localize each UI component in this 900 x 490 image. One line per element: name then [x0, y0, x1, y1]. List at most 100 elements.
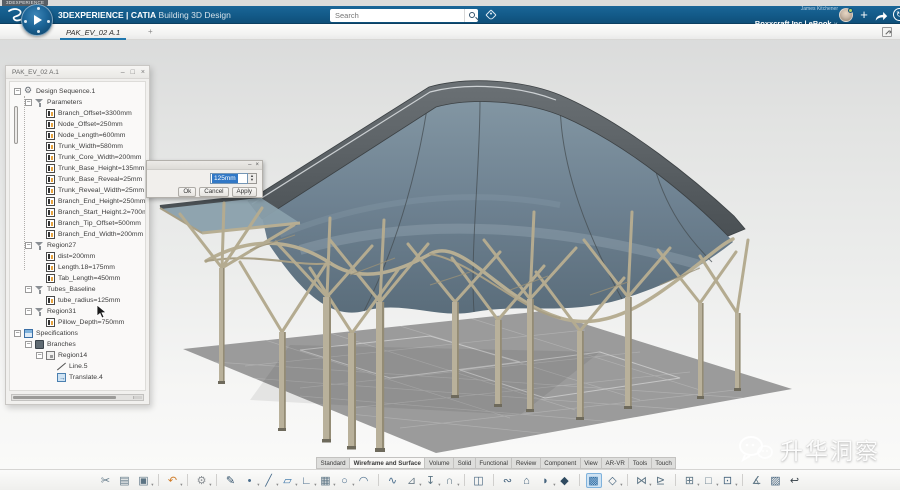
tree-node-parameters[interactable]: − Parameters: [10, 97, 145, 108]
dropdown-caret-icon[interactable]: ▾: [438, 482, 440, 487]
dialog-button-cancel[interactable]: Cancel: [199, 187, 228, 197]
search-input[interactable]: [330, 10, 464, 21]
copy-icon[interactable]: ▤: [117, 473, 133, 488]
join-icon[interactable]: ⊞ ▾: [682, 473, 698, 488]
sweep-icon[interactable]: ∾: [500, 473, 516, 488]
dropdown-caret-icon[interactable]: ▾: [151, 482, 153, 487]
dropdown-caret-icon[interactable]: ▾: [457, 482, 459, 487]
tree-node-trunk-reveal-width-25mm[interactable]: Trunk_Reveal_Width=25mm: [10, 185, 145, 196]
corner-icon[interactable]: ⊿ ▾: [404, 473, 420, 488]
dialog-minimize-button[interactable]: –: [248, 161, 251, 170]
tree-node-branch-offset-3300mm[interactable]: Branch_Offset=3300mm: [10, 108, 145, 119]
tree-horizontal-scrollbar[interactable]: [11, 394, 144, 401]
extract-icon[interactable]: ⊡ ▾: [720, 473, 736, 488]
dropdown-caret-icon[interactable]: ▾: [314, 482, 316, 487]
projection-icon[interactable]: ↧ ▾: [423, 473, 439, 488]
expand-toggle[interactable]: −: [25, 286, 32, 293]
split-icon[interactable]: ⋈ ▾: [634, 473, 650, 488]
tree-node-length-18-175mm[interactable]: Length.18=175mm: [10, 262, 145, 273]
workbench-tab-touch[interactable]: Touch: [651, 457, 677, 469]
workbench-tab-functional[interactable]: Functional: [475, 457, 512, 469]
dialog-titlebar[interactable]: – ×: [147, 161, 262, 170]
scrollbar-grip[interactable]: [133, 396, 142, 399]
tree-node-node-length-600mm[interactable]: Node_Length=600mm: [10, 130, 145, 141]
3dexperience-compass-icon[interactable]: [21, 4, 53, 36]
update-icon[interactable]: ⚙ ▾: [194, 473, 210, 488]
paste-icon[interactable]: ▣ ▾: [136, 473, 152, 488]
maximize-button[interactable]: □: [131, 66, 135, 79]
arc-icon[interactable]: ◠: [356, 473, 372, 488]
spline-icon[interactable]: ∿: [385, 473, 401, 488]
offset-icon[interactable]: ◇ ▾: [605, 473, 621, 488]
expand-toggle[interactable]: −: [36, 352, 43, 359]
close-button[interactable]: ×: [141, 66, 145, 79]
expand-toggle[interactable]: −: [25, 308, 32, 315]
radius-value-input[interactable]: 125mm: [210, 173, 248, 184]
dropdown-caret-icon[interactable]: ▾: [333, 482, 335, 487]
expand-toggle[interactable]: −: [14, 330, 21, 337]
tree-node-dist-200mm[interactable]: dist=200mm: [10, 251, 145, 262]
tree-node-region27[interactable]: − Region27: [10, 240, 145, 251]
tree-node-design-sequence-1[interactable]: − Design Sequence.1: [10, 86, 145, 97]
tree-node-tube-radius-125mm[interactable]: tube_radius=125mm: [10, 295, 145, 306]
tree-node-node-offset-250mm[interactable]: Node_Offset=250mm: [10, 119, 145, 130]
expand-toggle[interactable]: −: [25, 341, 32, 348]
dropdown-caret-icon[interactable]: ▾: [209, 482, 211, 487]
shape-morphing-icon[interactable]: ▩: [586, 473, 602, 488]
dropdown-caret-icon[interactable]: ▾: [257, 482, 259, 487]
workbench-tab-wireframe-and-surface[interactable]: Wireframe and Surface: [349, 457, 424, 469]
workbench-tab-volume[interactable]: Volume: [424, 457, 453, 469]
boundary-icon[interactable]: □ ▾: [701, 473, 717, 488]
tree-node-branch-end-width-200mm[interactable]: Branch_End_Width=200mm: [10, 229, 145, 240]
circle-icon[interactable]: ○ ▾: [337, 473, 353, 488]
tree-node-line-5[interactable]: Line.5: [10, 361, 145, 372]
spinner-down-icon[interactable]: ▼: [250, 178, 254, 183]
new-tab-button[interactable]: +: [148, 27, 153, 36]
dropdown-caret-icon[interactable]: ▾: [295, 482, 297, 487]
expand-viewport-icon[interactable]: [882, 27, 892, 37]
tree-panel-titlebar[interactable]: PAK_EV_02 A.1 – □ ×: [6, 66, 149, 79]
rotate-view-icon[interactable]: ↩: [787, 473, 803, 488]
workbench-tab-standard[interactable]: Standard: [316, 457, 349, 469]
tree-node-tab-length-450mm[interactable]: Tab_Length=450mm: [10, 273, 145, 284]
tag-icon[interactable]: [485, 9, 496, 20]
surface-analysis-icon[interactable]: ▨: [768, 473, 784, 488]
search-button[interactable]: [464, 9, 478, 22]
global-search[interactable]: [330, 9, 478, 22]
dropdown-caret-icon[interactable]: ▾: [180, 482, 182, 487]
workbench-tab-ar-vr[interactable]: AR-VR: [601, 457, 628, 469]
expand-toggle[interactable]: −: [14, 88, 21, 95]
workbench-tab-component[interactable]: Component: [540, 457, 580, 469]
dialog-button-apply[interactable]: Apply: [232, 187, 257, 197]
extrude-icon[interactable]: ◫: [471, 473, 487, 488]
workbench-tab-solid[interactable]: Solid: [453, 457, 475, 469]
tree-node-translate-4[interactable]: Translate.4: [10, 372, 145, 383]
add-content-button[interactable]: +: [858, 7, 870, 23]
axis-system-icon[interactable]: ∟ ▾: [299, 473, 315, 488]
help-icon[interactable]: ↻: [893, 8, 900, 21]
dropdown-caret-icon[interactable]: ▾: [649, 482, 651, 487]
scrollbar-thumb[interactable]: [13, 396, 116, 399]
tree-node-trunk-core-width-200mm[interactable]: Trunk_Core_Width=200mm: [10, 152, 145, 163]
trim-icon[interactable]: ⊵: [653, 473, 669, 488]
value-spinner[interactable]: ▲ ▼: [248, 173, 257, 184]
tree-node-trunk-base-reveal-25mm[interactable]: Trunk_Base_Reveal=25mm: [10, 174, 145, 185]
dialog-close-button[interactable]: ×: [255, 161, 259, 170]
tree-node-tubes-baseline[interactable]: − Tubes_Baseline: [10, 284, 145, 295]
workbench-tab-review[interactable]: Review: [511, 457, 539, 469]
tree-node-pillow-depth-750mm[interactable]: Pillow_Depth=750mm: [10, 317, 145, 328]
tree-node-region14[interactable]: − Region14: [10, 350, 145, 361]
tree-node-trunk-width-580mm[interactable]: Trunk_Width=580mm: [10, 141, 145, 152]
tree-node-specifications[interactable]: − Specifications: [10, 328, 145, 339]
dropdown-caret-icon[interactable]: ▾: [716, 482, 718, 487]
workbench-tab-view[interactable]: View: [580, 457, 601, 469]
minimize-button[interactable]: –: [121, 66, 125, 79]
expand-toggle[interactable]: −: [25, 242, 32, 249]
dropdown-caret-icon[interactable]: ▾: [276, 482, 278, 487]
sketch-icon[interactable]: ✎: [223, 473, 239, 488]
loft-icon[interactable]: ⌂: [519, 473, 535, 488]
undo-icon[interactable]: ↶ ▾: [165, 473, 181, 488]
grid-icon[interactable]: ▦ ▾: [318, 473, 334, 488]
line-icon[interactable]: ╱ ▾: [261, 473, 277, 488]
dropdown-caret-icon[interactable]: ▾: [352, 482, 354, 487]
